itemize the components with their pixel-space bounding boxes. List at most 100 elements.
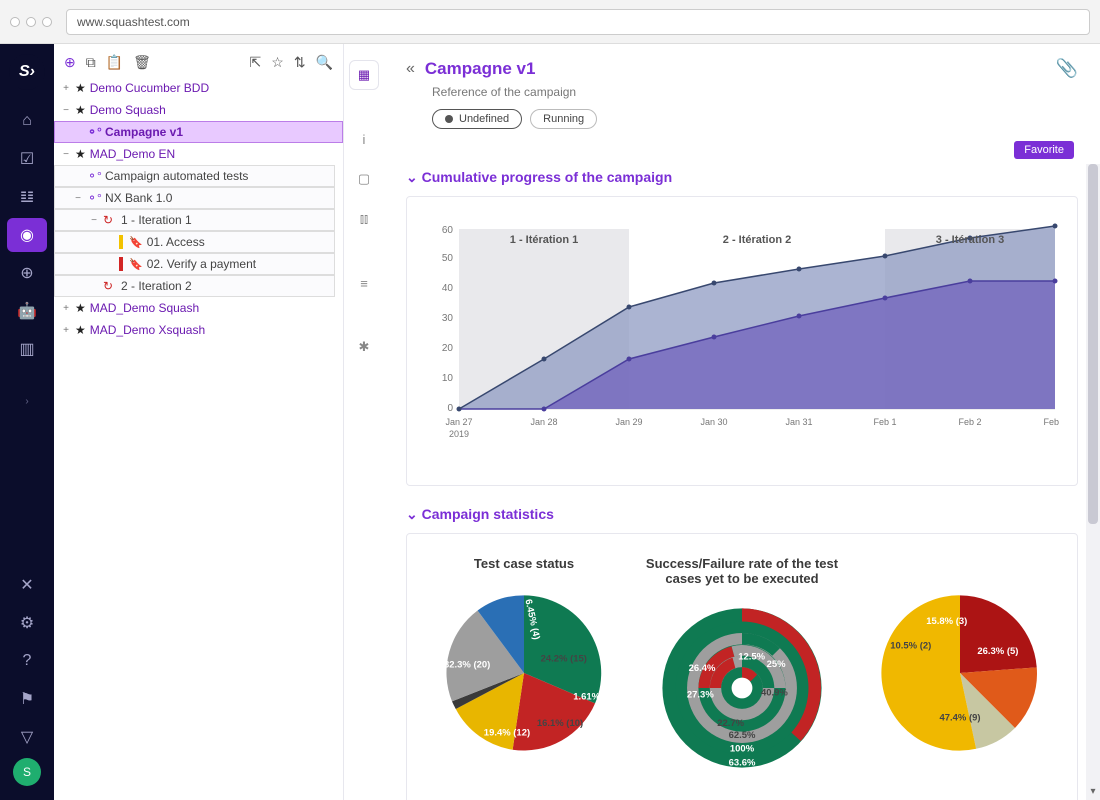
svg-text:1.61%: 1.61%	[573, 692, 600, 703]
bug-icon[interactable]: ✱	[349, 332, 379, 362]
main-content: « Campagne v1 📎 Reference of the campaig…	[384, 44, 1100, 800]
svg-text:16.1% (10): 16.1% (10)	[537, 718, 583, 729]
rail-help-icon[interactable]: ?	[7, 644, 47, 678]
nav-rail: S› ⌂ ☑ 𝌭 ◉ ⊕ 🤖 ▥ › ✕ ⚙ ? ⚑ ▽ S	[0, 44, 54, 800]
search-icon[interactable]: 🔍	[316, 54, 333, 71]
svg-text:Jan 29: Jan 29	[615, 417, 642, 427]
add-icon[interactable]: ⊕	[64, 54, 76, 71]
tree-iteration[interactable]: ↻2 - Iteration 2	[54, 275, 335, 297]
entity-toolbar: ▦ i ▢ ⫾⫾ ≡ ✱	[344, 44, 384, 800]
tree-campaign[interactable]: −⚬°NX Bank 1.0	[54, 187, 335, 209]
tree-toolbar: ⊕ ⧉ 📋 🗑 ⇱ ☆ ⇅ 🔍	[54, 52, 343, 77]
attachment-icon[interactable]: 📎	[1056, 58, 1078, 79]
tree-project[interactable]: +★MAD_Demo Xsquash	[54, 319, 343, 341]
rail-testcases-icon[interactable]: 𝌭	[7, 180, 47, 214]
progress-chart-card: 0102030405060 Jan 272019 Jan 28Jan 29Jan…	[406, 196, 1078, 486]
status-chip-undefined[interactable]: Undefined	[432, 109, 522, 129]
tree-iteration[interactable]: −↻1 - Iteration 1	[54, 209, 335, 231]
rail-tools-icon[interactable]: ✕	[7, 568, 47, 602]
rail-dashboards-icon[interactable]: ⊕	[7, 256, 47, 290]
paste-icon[interactable]: 📋	[106, 54, 123, 71]
pie-yet-title	[859, 556, 1061, 571]
svg-text:60: 60	[442, 225, 454, 236]
status-chip-running[interactable]: Running	[530, 109, 597, 129]
export-icon[interactable]: ⇱	[250, 54, 262, 71]
svg-text:Jan 28: Jan 28	[530, 417, 557, 427]
user-avatar[interactable]: S	[13, 758, 41, 786]
dashboard-view-icon[interactable]: ▦	[349, 60, 379, 90]
svg-text:25%: 25%	[767, 659, 787, 670]
rail-home-icon[interactable]: ⌂	[7, 104, 47, 138]
list-icon[interactable]: ≡	[349, 268, 379, 298]
svg-text:63.6%: 63.6%	[729, 758, 756, 769]
svg-text:62.5%: 62.5%	[729, 730, 756, 741]
area-chart: 0102030405060 Jan 272019 Jan 28Jan 29Jan…	[419, 211, 1065, 471]
tree-project[interactable]: −★MAD_Demo EN	[54, 143, 343, 165]
sort-icon[interactable]: ⇅	[294, 54, 306, 71]
pie-yet: 26.3% (5) 15.8% (3) 10.5% (2) 47.4% (9)	[865, 583, 1055, 763]
page-title: Campagne v1	[425, 59, 536, 79]
svg-text:Feb 2: Feb 2	[958, 417, 981, 427]
svg-text:10: 10	[442, 373, 454, 384]
svg-text:2 - Itération 2: 2 - Itération 2	[723, 234, 791, 246]
url-bar[interactable]: www.squashtest.com	[66, 9, 1090, 35]
scrollbar[interactable]: ▾	[1086, 164, 1100, 800]
chart-icon[interactable]: ⫾⫾	[349, 204, 379, 234]
tree-project[interactable]: +★Demo Cucumber BDD	[54, 77, 343, 99]
rail-filter-icon[interactable]: ▽	[7, 720, 47, 754]
svg-text:32.3% (20): 32.3% (20)	[444, 659, 490, 670]
rail-requirements-icon[interactable]: ☑	[7, 142, 47, 176]
rail-reports-icon[interactable]: ▥	[7, 332, 47, 366]
page-subtitle: Reference of the campaign	[432, 85, 1078, 99]
browser-chrome: www.squashtest.com	[0, 0, 1100, 44]
delete-icon[interactable]: 🗑	[133, 54, 151, 71]
svg-text:22.7%: 22.7%	[717, 718, 744, 729]
svg-text:Feb 3: Feb 3	[1043, 417, 1059, 427]
svg-text:0: 0	[447, 403, 453, 414]
rail-automation-icon[interactable]: 🤖	[7, 294, 47, 328]
svg-text:40: 40	[442, 283, 454, 294]
svg-text:30: 30	[442, 313, 454, 324]
section-stats-title[interactable]: Campaign statistics	[406, 506, 1078, 523]
favorite-icon[interactable]: ☆	[271, 54, 284, 71]
pie-status: 32.3% (20) 19.4% (12) 16.1% (10) 1.61% 2…	[429, 583, 619, 763]
pie-status-title: Test case status	[423, 556, 625, 571]
back-icon[interactable]: «	[406, 60, 415, 78]
section-progress-title[interactable]: Cumulative progress of the campaign	[406, 169, 1078, 186]
tree-project[interactable]: −★Demo Squash	[54, 99, 343, 121]
svg-text:26.3% (5): 26.3% (5)	[977, 646, 1018, 657]
svg-text:24.2% (15): 24.2% (15)	[541, 654, 587, 665]
svg-text:47.4% (9): 47.4% (9)	[939, 712, 980, 723]
svg-text:Jan 27: Jan 27	[445, 417, 472, 427]
svg-text:19.4% (12): 19.4% (12)	[484, 728, 530, 739]
tree-suite[interactable]: 🔖01. Access	[54, 231, 335, 253]
rail-expand-icon[interactable]: ›	[25, 396, 28, 407]
tree-suite[interactable]: 🔖02. Verify a payment	[54, 253, 335, 275]
tree-campaign[interactable]: ⚬°Campaign automated tests	[54, 165, 335, 187]
favorite-button[interactable]: Favorite	[1014, 141, 1074, 159]
tree-panel: ⊕ ⧉ 📋 🗑 ⇱ ☆ ⇅ 🔍 +★Demo Cucumber BDD −★De…	[54, 44, 344, 800]
svg-text:20: 20	[442, 343, 454, 354]
app-logo: S›	[9, 54, 45, 90]
info-icon[interactable]: i	[349, 124, 379, 154]
calendar-icon[interactable]: ▢	[349, 164, 379, 194]
svg-text:Feb 1: Feb 1	[873, 417, 896, 427]
scrollbar-thumb[interactable]	[1088, 164, 1098, 524]
window-controls[interactable]	[10, 17, 52, 27]
rail-flag-icon[interactable]: ⚑	[7, 682, 47, 716]
svg-text:10.5% (2): 10.5% (2)	[890, 640, 931, 651]
svg-text:26.4%: 26.4%	[689, 663, 716, 674]
rail-settings-icon[interactable]: ⚙	[7, 606, 47, 640]
rail-campaigns-icon[interactable]: ◉	[7, 218, 47, 252]
tree-project[interactable]: +★MAD_Demo Squash	[54, 297, 343, 319]
tree-campaign-selected[interactable]: ⚬°Campagne v1	[54, 121, 343, 143]
svg-text:40.9%: 40.9%	[761, 688, 788, 699]
scroll-down-icon[interactable]: ▾	[1086, 786, 1100, 800]
svg-text:3 - Itération 3: 3 - Itération 3	[936, 234, 1004, 246]
svg-text:100%: 100%	[730, 743, 755, 754]
svg-text:Jan 31: Jan 31	[785, 417, 812, 427]
copy-icon[interactable]: ⧉	[86, 54, 96, 71]
nested-donut: 63.6% 100% 62.5% 22.7% 27.3% 25% 26.4% 4…	[647, 598, 837, 778]
stats-card: Test case status 32.3% (20)	[406, 533, 1078, 800]
svg-text:1 - Itération 1: 1 - Itération 1	[510, 234, 578, 246]
